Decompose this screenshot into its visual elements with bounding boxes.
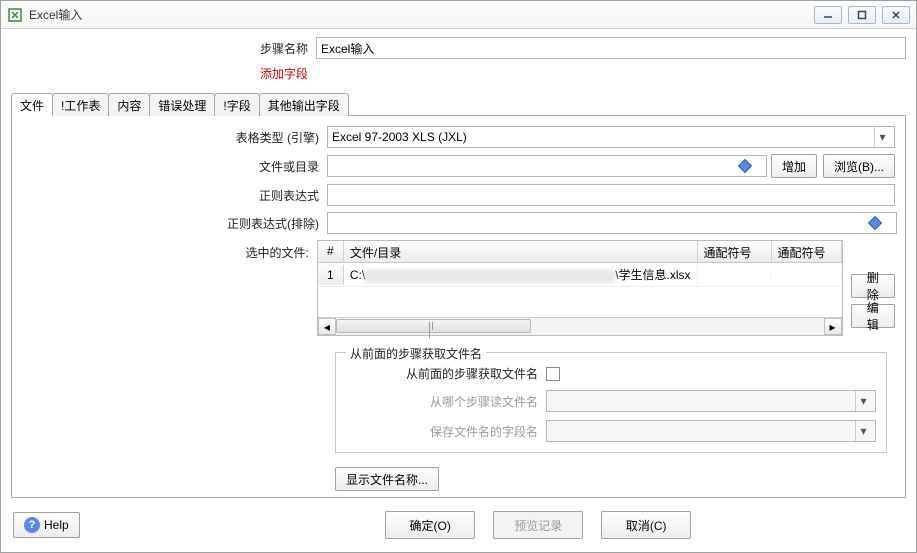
- col-wildcard-header[interactable]: 通配符号: [698, 241, 772, 262]
- edit-button[interactable]: 编辑: [851, 304, 895, 328]
- step-name-label: 步骤名称: [11, 40, 316, 57]
- variable-icon[interactable]: [879, 218, 895, 228]
- field-select-row: 保存文件名的字段名 ▾: [346, 420, 876, 442]
- row-wildcard: [698, 272, 772, 278]
- file-or-dir-label: 文件或目录: [22, 158, 327, 175]
- dialog-window: Excel输入 步骤名称 添加字段 文件 !工作表 内容 错误处理 !字段 其他…: [0, 0, 917, 553]
- tab-bar: 文件 !工作表 内容 错误处理 !字段 其他输出字段: [11, 92, 906, 116]
- dialog-body: 步骤名称 添加字段 文件 !工作表 内容 错误处理 !字段 其他输出字段 表格类…: [1, 29, 916, 508]
- tab-sheets[interactable]: !工作表: [52, 93, 109, 116]
- regex-label: 正则表达式: [22, 187, 327, 204]
- from-step-checkbox[interactable]: [546, 367, 560, 381]
- scroll-track[interactable]: [336, 318, 824, 335]
- from-step-checkbox-label: 从前面的步骤获取文件名: [346, 365, 546, 382]
- regex-excl-label: 正则表达式(排除): [22, 215, 327, 232]
- tab-other-output[interactable]: 其他输出字段: [259, 93, 349, 116]
- row-num: 1: [318, 265, 344, 285]
- help-label: Help: [44, 518, 69, 532]
- regex-excl-row: 正则表达式(排除): [22, 212, 895, 234]
- footer: ? Help 确定(O) 预览记录 取消(C): [1, 508, 916, 552]
- field-select-label: 保存文件名的字段名: [346, 423, 546, 440]
- chevron-down-icon: ▾: [874, 127, 890, 147]
- titlebar: Excel输入: [1, 1, 916, 29]
- show-filenames-button[interactable]: 显示文件名称...: [335, 467, 439, 491]
- row-path: C:\\学生信息.xlsx: [344, 263, 698, 286]
- window-title: Excel输入: [29, 6, 814, 23]
- tab-file[interactable]: 文件: [11, 93, 53, 116]
- col-path-header[interactable]: 文件/目录: [344, 241, 698, 262]
- step-select-combo[interactable]: ▾: [546, 390, 876, 412]
- redacted-path: [365, 269, 615, 283]
- browse-button[interactable]: 浏览(B)...: [823, 154, 895, 178]
- tab-errors[interactable]: 错误处理: [149, 93, 215, 116]
- step-name-row: 步骤名称: [11, 37, 906, 59]
- selected-files-row: 选中的文件: # 文件/目录 通配符号 通配符号 1 C:\\学生信息.xlsx: [22, 240, 895, 336]
- help-button[interactable]: ? Help: [13, 512, 80, 538]
- window-controls: [814, 6, 910, 24]
- fieldset-legend: 从前面的步骤获取文件名: [346, 345, 486, 362]
- tab-fields[interactable]: !字段: [214, 93, 259, 116]
- field-select-combo[interactable]: ▾: [546, 420, 876, 442]
- from-step-checkbox-row: 从前面的步骤获取文件名: [346, 365, 876, 382]
- chevron-down-icon: ▾: [855, 421, 871, 441]
- table-type-row: 表格类型 (引擎) Excel 97-2003 XLS (JXL) ▾: [22, 126, 895, 148]
- table-type-label: 表格类型 (引擎): [22, 129, 327, 146]
- add-button[interactable]: 增加: [771, 154, 817, 178]
- add-field-row: 添加字段: [11, 65, 906, 82]
- regex-row: 正则表达式: [22, 184, 895, 206]
- selected-files-label: 选中的文件:: [22, 240, 317, 261]
- ok-button[interactable]: 确定(O): [385, 511, 475, 539]
- cancel-button[interactable]: 取消(C): [601, 511, 691, 539]
- add-field-link[interactable]: 添加字段: [11, 65, 316, 82]
- table-type-value: Excel 97-2003 XLS (JXL): [332, 130, 874, 144]
- regex-input[interactable]: [327, 184, 895, 206]
- scroll-thumb[interactable]: [336, 319, 531, 333]
- scroll-left-icon[interactable]: ◂: [318, 318, 336, 335]
- minimize-button[interactable]: [814, 6, 842, 24]
- filename-from-step-fieldset: 从前面的步骤获取文件名 从前面的步骤获取文件名 从哪个步骤读文件名 ▾ 保存文件…: [335, 352, 887, 453]
- table-header: # 文件/目录 通配符号 通配符号: [318, 241, 842, 263]
- selected-files-table: # 文件/目录 通配符号 通配符号 1 C:\\学生信息.xlsx: [317, 240, 843, 336]
- table-row[interactable]: 1 C:\\学生信息.xlsx: [318, 263, 842, 287]
- tab-content-file: 表格类型 (引擎) Excel 97-2003 XLS (JXL) ▾ 文件或目…: [11, 116, 906, 498]
- tab-content[interactable]: 内容: [108, 93, 150, 116]
- step-name-input[interactable]: [316, 37, 906, 59]
- close-button[interactable]: [882, 6, 910, 24]
- show-files-row: 显示文件名称...: [335, 467, 895, 491]
- step-select-row: 从哪个步骤读文件名 ▾: [346, 390, 876, 412]
- step-select-label: 从哪个步骤读文件名: [346, 393, 546, 410]
- scroll-right-icon[interactable]: ▸: [824, 318, 842, 335]
- table-side-buttons: 删除 编辑: [851, 240, 895, 336]
- variable-icon[interactable]: [749, 161, 765, 171]
- preview-button[interactable]: 预览记录: [493, 511, 583, 539]
- col-wildcard2-header[interactable]: 通配符号: [772, 241, 842, 262]
- col-num-header: #: [318, 241, 344, 262]
- file-or-dir-input[interactable]: [327, 155, 767, 177]
- regex-excl-input[interactable]: [327, 212, 897, 234]
- row-wildcard2: [772, 272, 842, 278]
- help-icon: ?: [24, 517, 40, 533]
- maximize-button[interactable]: [848, 6, 876, 24]
- horizontal-scrollbar[interactable]: ◂ ▸: [318, 317, 842, 335]
- table-type-combo[interactable]: Excel 97-2003 XLS (JXL) ▾: [327, 126, 895, 148]
- app-icon: [7, 7, 23, 23]
- delete-button[interactable]: 删除: [851, 274, 895, 298]
- file-or-dir-row: 文件或目录 增加 浏览(B)...: [22, 154, 895, 178]
- chevron-down-icon: ▾: [855, 391, 871, 411]
